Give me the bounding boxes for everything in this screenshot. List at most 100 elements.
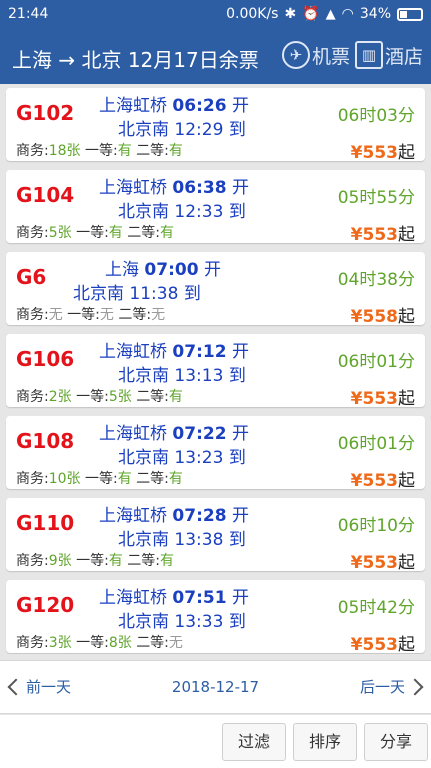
seat-class-label: 二等: xyxy=(136,143,169,159)
departure-station: 上海虹桥 xyxy=(99,588,167,608)
seat-count: 有 xyxy=(108,225,123,241)
arrival-station: 北京南 xyxy=(118,612,169,632)
seat-availability: 商务:无 一等:无 二等:无 xyxy=(16,304,165,324)
departure-suffix: 开 xyxy=(231,342,249,362)
train-card[interactable]: G6 上海 07:00 开北京南 11:38 到 04时38分商务:无 一等:无 二… xyxy=(6,252,425,327)
arrival: 北京南 12:33 到 xyxy=(118,197,246,222)
seat-count: 有 xyxy=(168,143,183,159)
arrival-suffix: 到 xyxy=(228,530,246,550)
seat-class-label: 一等: xyxy=(76,553,109,569)
seat-class-label: 二等: xyxy=(127,225,160,241)
train-list: G102 上海虹桥 06:26 开北京南 12:29 到 06时03分 商务:18张 … xyxy=(0,84,431,654)
seat-count: 有 xyxy=(108,553,123,569)
arrival: 北京南 13:13 到 xyxy=(118,361,246,386)
price: ¥553起 xyxy=(351,548,415,573)
train-card[interactable]: G102 上海虹桥 06:26 开北京南 12:29 到 06时03分 商务:18张 … xyxy=(6,88,425,163)
travel-duration: 05时55分 xyxy=(337,188,415,208)
departure: 上海虹桥 07:22 开 xyxy=(99,419,249,444)
train-card[interactable]: G108 上海虹桥 07:22 开北京南 13:23 到 06时01分 商务:10张 … xyxy=(6,416,425,491)
travel-duration: 06时01分 xyxy=(337,434,415,454)
seat-class-label: 二等: xyxy=(127,553,160,569)
arrival-time: 13:38 xyxy=(174,530,224,550)
seat-count: 18张 xyxy=(48,143,81,159)
seat-count: 5张 xyxy=(48,225,72,241)
seat-count: 9张 xyxy=(48,553,72,569)
next-day-button[interactable]: 后一天 xyxy=(360,676,425,697)
seat-count: 有 xyxy=(168,471,183,487)
sort-button[interactable]: 排序 xyxy=(293,723,357,761)
seat-class-label: 二等: xyxy=(136,389,169,405)
status-time: 21:44 xyxy=(8,6,49,22)
seat-class-label: 二等: xyxy=(118,307,152,323)
price-value: 553 xyxy=(362,471,399,491)
departure-station: 上海虹桥 xyxy=(99,178,167,198)
train-card[interactable]: G104 上海虹桥 06:38 开北京南 12:33 到 05时55分 商务:5张 一… xyxy=(6,170,425,245)
train-card[interactable]: G106 上海虹桥 07:12 开北京南 13:13 到 06时01分 商务:2张 一… xyxy=(6,334,425,409)
arrival-station: 北京南 xyxy=(118,202,169,222)
arrival-time: 13:33 xyxy=(174,612,224,632)
flight-label: 机票 xyxy=(312,45,351,68)
departure-time: 07:00 xyxy=(144,260,199,280)
price: ¥553起 xyxy=(351,138,415,163)
hotel-button[interactable]: ▥ 酒店 xyxy=(355,41,423,69)
battery-percent: 34% xyxy=(359,6,391,22)
arrival-suffix: 到 xyxy=(228,366,246,386)
seat-count: 无 xyxy=(99,307,114,323)
departure-time: 07:12 xyxy=(172,342,227,362)
arrival-station: 北京南 xyxy=(118,448,169,468)
seat-class-label: 商务: xyxy=(16,225,49,241)
arrival-station: 北京南 xyxy=(118,120,169,140)
flight-button[interactable]: ✈ 机票 xyxy=(282,41,350,69)
arrival-station: 北京南 xyxy=(118,366,169,386)
arrival-suffix: 到 xyxy=(228,120,246,140)
currency-symbol: ¥ xyxy=(350,553,363,573)
arrival: 北京南 13:33 到 xyxy=(118,607,246,632)
arrival: 北京南 12:29 到 xyxy=(118,115,246,140)
seat-availability: 商务:10张 一等:有 二等:有 xyxy=(16,468,183,488)
arrival: 北京南 13:38 到 xyxy=(118,525,246,550)
arrival-station: 北京南 xyxy=(73,284,124,304)
departure-station: 上海虹桥 xyxy=(99,506,167,526)
seat-class-label: 商务: xyxy=(16,471,49,487)
bluetooth-icon: ✱ xyxy=(284,6,297,22)
price: ¥553起 xyxy=(351,220,415,245)
seat-availability: 商务:3张 一等:8张 二等:无 xyxy=(16,632,183,652)
seat-availability: 商务:2张 一等:5张 二等:有 xyxy=(16,386,183,406)
train-number: G110 xyxy=(16,511,75,535)
train-card[interactable]: G110 上海虹桥 07:28 开北京南 13:38 到 06时10分 商务:9张 一… xyxy=(6,498,425,573)
share-button[interactable]: 分享 xyxy=(364,723,428,761)
train-card[interactable]: G120 上海虹桥 07:51 开北京南 13:33 到 05时42分 商务:3张 一… xyxy=(6,580,425,654)
price-suffix: 起 xyxy=(398,635,415,654)
seat-availability: 商务:5张 一等:有 二等:有 xyxy=(16,222,174,242)
currency-symbol: ¥ xyxy=(350,389,363,409)
train-number: G120 xyxy=(16,593,75,617)
signal-icon: ▲ xyxy=(325,6,336,22)
app-bar: 上海 → 北京 12月17日余票 ✈ 机票 ▥ 酒店 xyxy=(0,30,431,84)
seat-availability: 商务:18张 一等:有 二等:有 xyxy=(16,140,183,160)
price-suffix: 起 xyxy=(398,143,415,163)
seat-class-label: 一等: xyxy=(85,143,118,159)
price: ¥558起 xyxy=(351,302,415,327)
currency-symbol: ¥ xyxy=(350,143,363,163)
travel-duration: 04时38分 xyxy=(337,270,415,290)
departure: 上海 07:00 开 xyxy=(105,255,221,280)
departure-suffix: 开 xyxy=(231,96,249,116)
seat-count: 有 xyxy=(117,471,132,487)
price: ¥553起 xyxy=(351,466,415,491)
departure-station: 上海虹桥 xyxy=(99,96,167,116)
price-value: 553 xyxy=(362,143,399,163)
departure-suffix: 开 xyxy=(231,178,249,198)
seat-count: 有 xyxy=(159,225,174,241)
train-number: G106 xyxy=(16,347,75,371)
price-suffix: 起 xyxy=(398,389,415,409)
travel-duration: 06时10分 xyxy=(337,516,415,536)
train-number: G6 xyxy=(16,265,47,289)
arrival: 北京南 11:38 到 xyxy=(73,279,201,304)
seat-availability: 商务:9张 一等:有 二等:有 xyxy=(16,550,174,570)
departure-station: 上海虹桥 xyxy=(99,424,167,444)
departure-suffix: 开 xyxy=(231,506,249,526)
currency-symbol: ¥ xyxy=(350,471,363,491)
filter-button[interactable]: 过滤 xyxy=(222,723,286,761)
travel-duration: 06时01分 xyxy=(337,352,415,372)
arrival-time: 13:13 xyxy=(174,366,224,386)
